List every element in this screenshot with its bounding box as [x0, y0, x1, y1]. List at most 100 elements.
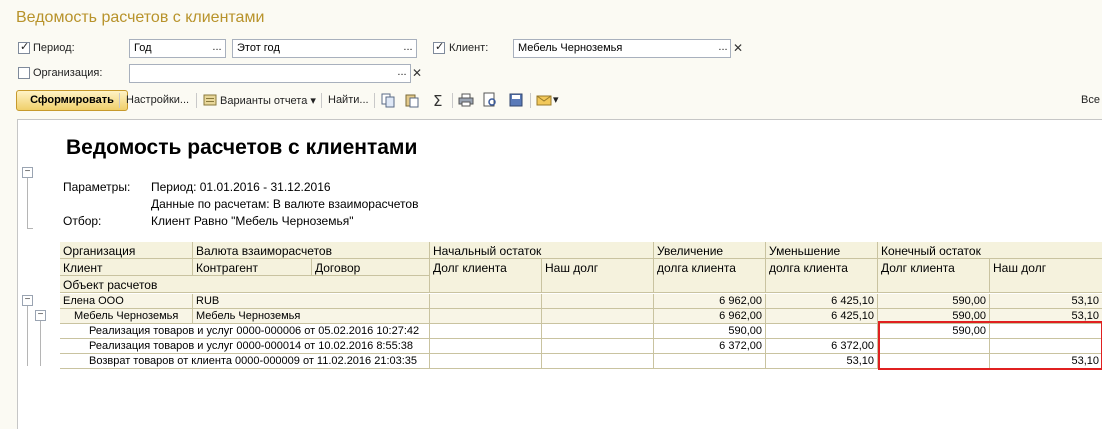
- row5-decrease: 53,10: [766, 354, 878, 369]
- toolbar-separator: [196, 93, 197, 108]
- row1-end-our: 53,10: [990, 294, 1102, 309]
- group-line: [27, 306, 28, 366]
- col-end-our-debt: Наш долг: [990, 259, 1102, 293]
- row1-start-our: [542, 294, 654, 309]
- print-preview-icon[interactable]: [482, 92, 498, 108]
- row4-decrease: 6 372,00: [766, 339, 878, 354]
- find-button[interactable]: Найти...: [328, 94, 369, 106]
- row1-currency: RUB: [193, 294, 430, 309]
- row3-start-client: [430, 324, 542, 339]
- paste-icon[interactable]: [404, 92, 420, 108]
- row1-start-client: [430, 294, 542, 309]
- sum-icon[interactable]: Σ: [430, 92, 446, 108]
- row5-document[interactable]: Возврат товаров от клиента 0000-000009 о…: [60, 354, 430, 369]
- row4-start-our: [542, 339, 654, 354]
- collapse-row-icon[interactable]: −: [22, 295, 33, 306]
- row3-increase: 590,00: [654, 324, 766, 339]
- toolbar-separator: [530, 93, 531, 108]
- all-actions-button[interactable]: Все: [1081, 94, 1100, 106]
- report-title: Ведомость расчетов с клиентами: [66, 136, 418, 159]
- row4-document[interactable]: Реализация товаров и услуг 0000-000014 о…: [60, 339, 430, 354]
- client-field[interactable]: Мебель Черноземья: [513, 39, 731, 58]
- row4-increase: 6 372,00: [654, 339, 766, 354]
- organization-select-button[interactable]: ...: [394, 65, 410, 82]
- row1-increase: 6 962,00: [654, 294, 766, 309]
- col-start-client-debt: Долг клиента: [430, 259, 542, 293]
- generate-button[interactable]: Сформировать: [16, 90, 128, 111]
- toolbar-separator: [119, 93, 120, 108]
- client-select-button[interactable]: ...: [715, 40, 731, 57]
- report-variants-label: Варианты отчета: [220, 95, 308, 107]
- highlight-frame: [878, 321, 1102, 370]
- filter-label: Отбор:: [63, 214, 102, 228]
- organization-clear-button[interactable]: ✕: [410, 65, 424, 82]
- row5-increase: [654, 354, 766, 369]
- col-decrease-sub: долга клиента: [766, 259, 878, 293]
- report-toolbar: Сформировать Настройки... Варианты отчет…: [12, 89, 1102, 112]
- col-end-balance: Конечный остаток: [878, 242, 1102, 259]
- period-value-field[interactable]: Этот год: [232, 39, 417, 58]
- report-variants-icon: [203, 94, 217, 106]
- organization-field[interactable]: [129, 64, 411, 83]
- row2-start-our: [542, 309, 654, 324]
- copy-icon[interactable]: [380, 92, 396, 108]
- mail-icon[interactable]: [536, 92, 552, 108]
- save-icon[interactable]: [508, 92, 524, 108]
- filter-value: Клиент Равно "Мебель Черноземья": [151, 214, 354, 228]
- organization-checkbox[interactable]: [18, 67, 30, 79]
- window-title: Ведомость расчетов с клиентами: [16, 9, 265, 26]
- col-start-our-debt: Наш долг: [542, 259, 654, 293]
- row3-decrease: [766, 324, 878, 339]
- client-checkbox[interactable]: [433, 40, 445, 54]
- row1-name: Елена ООО: [60, 294, 193, 309]
- period-type-value: Год: [134, 42, 152, 54]
- report-window: Ведомость расчетов с клиентами Период: Г…: [0, 0, 1102, 429]
- col-increase-sub: долга клиента: [654, 259, 766, 293]
- col-counterparty: Контрагент: [193, 259, 312, 276]
- col-organization: Организация: [60, 242, 193, 259]
- period-type-select-button[interactable]: ...: [209, 40, 225, 57]
- col-increase: Увеличение: [654, 242, 766, 259]
- row2-increase: 6 962,00: [654, 309, 766, 324]
- row2-counterparty: Мебель Черноземья: [193, 309, 430, 324]
- period-value: Этот год: [237, 42, 280, 54]
- row2-name: Мебель Черноземья: [60, 309, 193, 324]
- col-currency: Валюта взаиморасчетов: [193, 242, 430, 259]
- mail-dropdown-icon[interactable]: ▾: [553, 93, 559, 106]
- report-area: − Ведомость расчетов с клиентами Парамет…: [17, 119, 1102, 429]
- row4-start-client: [430, 339, 542, 354]
- row2-decrease: 6 425,10: [766, 309, 878, 324]
- col-settlement-object: Объект расчетов: [60, 276, 430, 293]
- report-variants-button[interactable]: Варианты отчета ▾: [220, 94, 316, 107]
- group-line: [40, 321, 41, 366]
- row1-decrease: 6 425,10: [766, 294, 878, 309]
- client-clear-button[interactable]: ✕: [731, 40, 745, 57]
- col-client: Клиент: [60, 259, 193, 276]
- row2-start-client: [430, 309, 542, 324]
- row5-start-our: [542, 354, 654, 369]
- client-value: Мебель Черноземья: [518, 42, 623, 54]
- toolbar-separator: [452, 93, 453, 108]
- period-checkbox[interactable]: [18, 40, 30, 54]
- toolbar-separator: [321, 93, 322, 108]
- svg-text:Σ: Σ: [433, 92, 442, 108]
- print-icon[interactable]: [458, 92, 474, 108]
- settings-button[interactable]: Настройки...: [126, 94, 189, 106]
- client-label: Клиент:: [449, 42, 489, 54]
- param-period: Период: 01.01.2016 - 31.12.2016: [151, 180, 331, 194]
- toolbar-separator: [374, 93, 375, 108]
- period-select-button[interactable]: ...: [400, 40, 416, 57]
- params-label: Параметры:: [63, 180, 131, 194]
- row1-end-client: 590,00: [878, 294, 990, 309]
- organization-label: Организация:: [33, 67, 103, 79]
- row3-document[interactable]: Реализация товаров и услуг 0000-000006 о…: [60, 324, 430, 339]
- param-data: Данные по расчетам: В валюте взаиморасче…: [151, 197, 419, 211]
- chevron-down-icon: ▾: [310, 95, 316, 107]
- col-end-client-debt: Долг клиента: [878, 259, 990, 293]
- collapse-header-icon[interactable]: −: [22, 167, 33, 178]
- group-line: [27, 228, 33, 229]
- collapse-subrow-icon[interactable]: −: [35, 310, 46, 321]
- group-line: [27, 178, 28, 228]
- col-decrease: Уменьшение: [766, 242, 878, 259]
- row3-start-our: [542, 324, 654, 339]
